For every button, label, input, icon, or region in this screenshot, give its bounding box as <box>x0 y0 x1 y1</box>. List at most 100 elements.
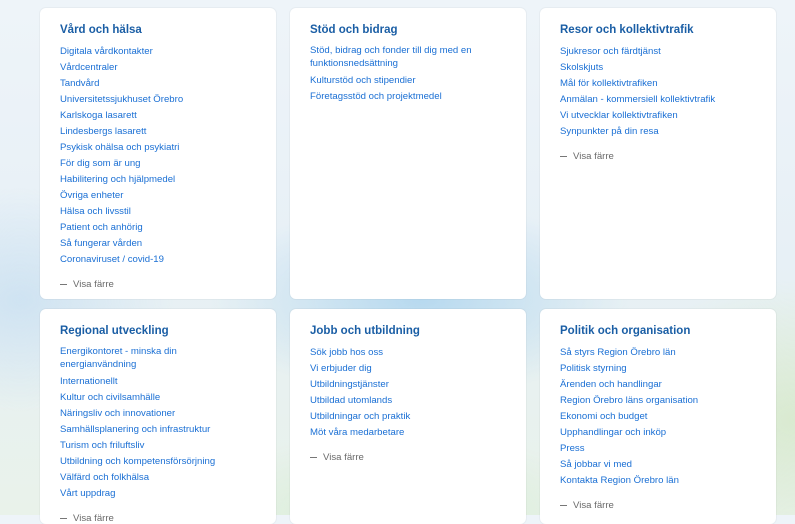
card-stod-och-bidrag: Stöd och bidrag Stöd, bidrag och fonder … <box>290 8 526 299</box>
link-region-organisation[interactable]: Region Örebro läns organisation <box>560 395 698 406</box>
link-vi-erbjuder-dig[interactable]: Vi erbjuder dig <box>310 363 372 374</box>
list-item: Skolskjuts <box>560 60 758 76</box>
link-mal-for-kollektivtrafiken[interactable]: Mål för kollektivtrafiken <box>560 78 658 89</box>
link-stod-bidrag-fonder[interactable]: Stöd, bidrag och fonder till dig med en … <box>310 45 472 69</box>
link-foretagsstod[interactable]: Företagsstöd och projektmedel <box>310 91 442 102</box>
card-title: Jobb och utbildning <box>310 325 420 337</box>
card-resor-och-kollektivtrafik: Resor och kollektivtrafik Sjukresor och … <box>540 8 776 299</box>
list-item: Coronaviruset / covid-19 <box>60 252 258 268</box>
list-item: Kontakta Region Örebro län <box>560 473 758 489</box>
show-less-button[interactable]: Visa färre <box>60 279 258 290</box>
list-item: Patient och anhörig <box>60 220 258 236</box>
link-anmalan-kommersiell[interactable]: Anmälan - kommersiell kollektivtrafik <box>560 94 715 105</box>
link-turism[interactable]: Turism och friluftsliv <box>60 440 144 451</box>
link-coronaviruset[interactable]: Coronaviruset / covid-19 <box>60 254 164 265</box>
link-naringsliv[interactable]: Näringsliv och innovationer <box>60 408 175 419</box>
minus-icon <box>310 457 317 458</box>
list-item: Hälsa och livsstil <box>60 204 258 220</box>
link-psykisk-ohalsa[interactable]: Psykisk ohälsa och psykiatri <box>60 142 179 153</box>
show-less-button[interactable]: Visa färre <box>560 151 758 162</box>
link-list: Stöd, bidrag och fonder till dig med en … <box>310 44 508 105</box>
link-list: Digitala vårdkontakter Vårdcentraler Tan… <box>60 44 258 268</box>
list-item: Politisk styrning <box>560 361 758 377</box>
card-jobb-och-utbildning: Jobb och utbildning Sök jobb hos oss Vi … <box>290 309 526 524</box>
link-ovriga-enheter[interactable]: Övriga enheter <box>60 190 123 201</box>
link-vardcentraler[interactable]: Vårdcentraler <box>60 62 118 73</box>
link-for-dig-som-ar-ung[interactable]: För dig som är ung <box>60 158 141 169</box>
link-sok-jobb[interactable]: Sök jobb hos oss <box>310 347 383 358</box>
list-item: Utbildningar och praktik <box>310 409 508 425</box>
list-item: Utbildningstjänster <box>310 377 508 393</box>
show-less-button[interactable]: Visa färre <box>560 500 758 511</box>
link-list: Energikontoret - minska din energianvänd… <box>60 345 258 502</box>
link-internationellt[interactable]: Internationellt <box>60 376 118 387</box>
list-item: Ekonomi och budget <box>560 409 758 425</box>
list-item: Anmälan - kommersiell kollektivtrafik <box>560 92 758 108</box>
link-halsa-och-livsstil[interactable]: Hälsa och livsstil <box>60 206 131 217</box>
list-item: Kulturstöd och stipendier <box>310 73 508 89</box>
card-title: Resor och kollektivtrafik <box>560 24 694 36</box>
list-item: Så styrs Region Örebro län <box>560 345 758 361</box>
link-utbildningstjanster[interactable]: Utbildningstjänster <box>310 379 389 390</box>
list-item: Psykisk ohälsa och psykiatri <box>60 140 258 156</box>
link-synpunkter[interactable]: Synpunkter på din resa <box>560 126 659 137</box>
link-samhallsplanering[interactable]: Samhällsplanering och infrastruktur <box>60 424 210 435</box>
list-item: Turism och friluftsliv <box>60 438 258 454</box>
link-sa-fungerar-varden[interactable]: Så fungerar vården <box>60 238 142 249</box>
link-politisk-styrning[interactable]: Politisk styrning <box>560 363 627 374</box>
show-less-label: Visa färre <box>73 279 114 290</box>
list-item: Lindesbergs lasarett <box>60 124 258 140</box>
link-vi-utvecklar[interactable]: Vi utvecklar kollektivtrafiken <box>560 110 678 121</box>
card-title: Regional utveckling <box>60 325 169 337</box>
minus-icon <box>560 505 567 506</box>
link-kontakta-region[interactable]: Kontakta Region Örebro län <box>560 475 679 486</box>
list-item: Vi erbjuder dig <box>310 361 508 377</box>
link-habilitering[interactable]: Habilitering och hjälpmedel <box>60 174 175 185</box>
link-universitetssjukhuset[interactable]: Universitetssjukhuset Örebro <box>60 94 183 105</box>
link-vart-uppdrag[interactable]: Vårt uppdrag <box>60 488 115 499</box>
link-utbildad-utomlands[interactable]: Utbildad utomlands <box>310 395 392 406</box>
link-karlskoga-lasarett[interactable]: Karlskoga lasarett <box>60 110 137 121</box>
show-less-button[interactable]: Visa färre <box>310 452 508 463</box>
list-item: Övriga enheter <box>60 188 258 204</box>
link-kulturstod[interactable]: Kulturstöd och stipendier <box>310 75 416 86</box>
list-item: Vårdcentraler <box>60 60 258 76</box>
link-valfard[interactable]: Välfärd och folkhälsa <box>60 472 149 483</box>
link-sa-styrs-region[interactable]: Så styrs Region Örebro län <box>560 347 676 358</box>
link-upphandlingar[interactable]: Upphandlingar och inköp <box>560 427 666 438</box>
card-regional-utveckling: Regional utveckling Energikontoret - min… <box>40 309 276 524</box>
link-tandvard[interactable]: Tandvård <box>60 78 99 89</box>
link-press[interactable]: Press <box>560 443 585 454</box>
list-item: Välfärd och folkhälsa <box>60 470 258 486</box>
link-utbildning-kompetens[interactable]: Utbildning och kompetensförsörjning <box>60 456 215 467</box>
link-arenden-handlingar[interactable]: Ärenden och handlingar <box>560 379 662 390</box>
link-sjukresor[interactable]: Sjukresor och färdtjänst <box>560 46 661 57</box>
list-item: Energikontoret - minska din energianvänd… <box>60 345 200 371</box>
list-item: Näringsliv och innovationer <box>60 406 258 422</box>
list-item: Mål för kollektivtrafiken <box>560 76 758 92</box>
show-less-label: Visa färre <box>323 452 364 463</box>
list-item: Sjukresor och färdtjänst <box>560 44 758 60</box>
link-ekonomi-budget[interactable]: Ekonomi och budget <box>560 411 647 422</box>
list-item: Karlskoga lasarett <box>60 108 258 124</box>
link-kultur-och-civilsamhalle[interactable]: Kultur och civilsamhälle <box>60 392 160 403</box>
list-item: Stöd, bidrag och fonder till dig med en … <box>310 44 500 70</box>
list-item: Samhällsplanering och infrastruktur <box>60 422 258 438</box>
list-item: Sök jobb hos oss <box>310 345 508 361</box>
link-lindesbergs-lasarett[interactable]: Lindesbergs lasarett <box>60 126 146 137</box>
list-item: Press <box>560 441 758 457</box>
link-sa-jobbar-vi-med[interactable]: Så jobbar vi med <box>560 459 632 470</box>
link-patient-och-anhorig[interactable]: Patient och anhörig <box>60 222 143 233</box>
link-mot-vara-medarbetare[interactable]: Möt våra medarbetare <box>310 427 404 438</box>
list-item: Så jobbar vi med <box>560 457 758 473</box>
list-item: Tandvård <box>60 76 258 92</box>
link-utbildningar-praktik[interactable]: Utbildningar och praktik <box>310 411 410 422</box>
list-item: Utbildad utomlands <box>310 393 508 409</box>
list-item: Vi utvecklar kollektivtrafiken <box>560 108 758 124</box>
link-digitala-vardkontakter[interactable]: Digitala vårdkontakter <box>60 46 153 57</box>
link-energikontoret[interactable]: Energikontoret - minska din energianvänd… <box>60 346 177 370</box>
card-title: Stöd och bidrag <box>310 24 398 36</box>
card-vard-och-halsa: Vård och hälsa Digitala vårdkontakter Vå… <box>40 8 276 299</box>
link-skolskjuts[interactable]: Skolskjuts <box>560 62 603 73</box>
show-less-label: Visa färre <box>573 151 614 162</box>
